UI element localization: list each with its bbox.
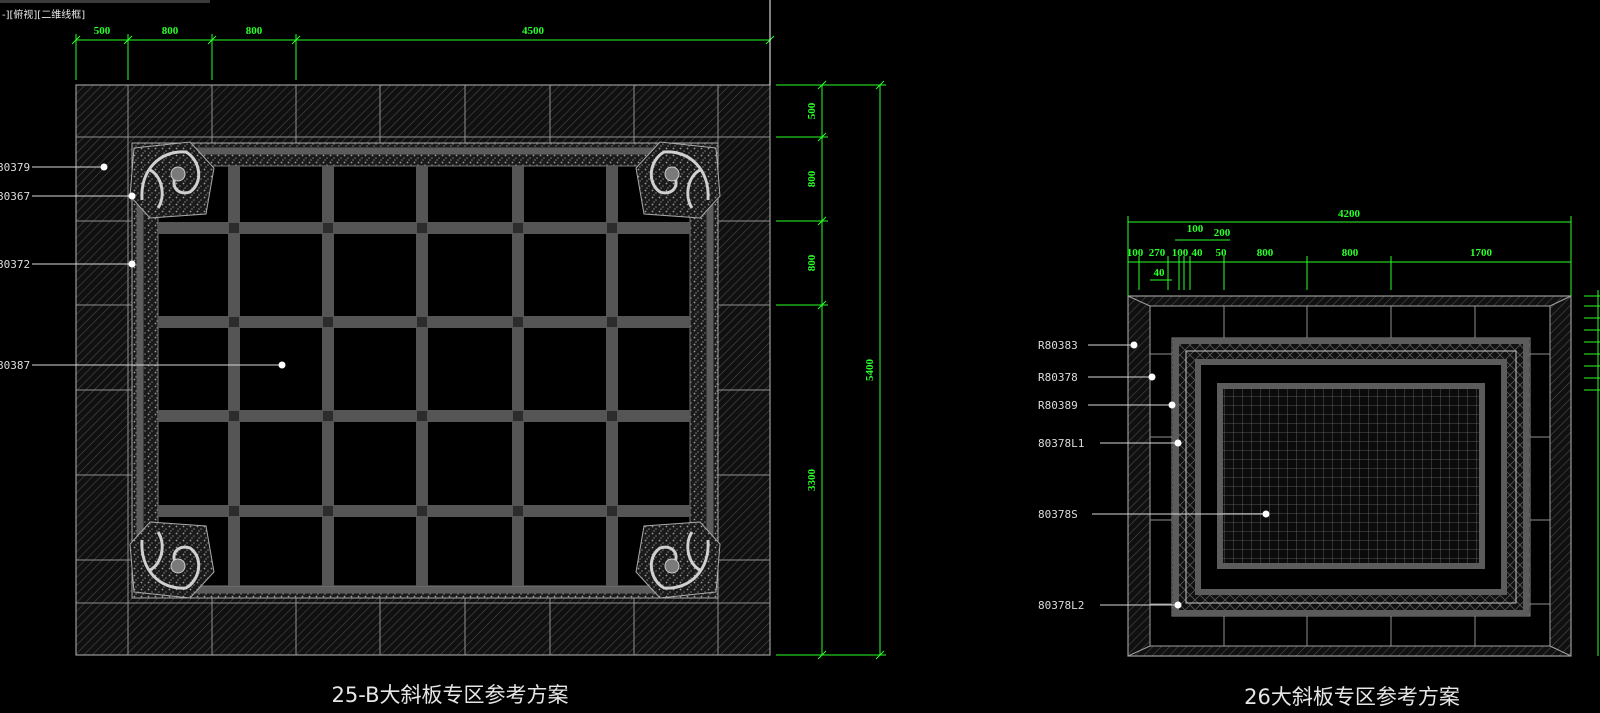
right-dim-40b: 40 xyxy=(1154,267,1166,279)
callout-80378L2: 80378L2 xyxy=(1038,599,1084,612)
right-dim-270: 270 xyxy=(1149,247,1166,259)
right-drawing-title: 26大斜板专区参考方案 xyxy=(1244,685,1460,709)
callout-R80389: R80389 xyxy=(1038,399,1078,412)
right-edge-ticks xyxy=(1584,290,1600,656)
callout-80378L1: 80378L1 xyxy=(1038,437,1084,450)
left-dim-right-2: 800 xyxy=(806,170,818,187)
callout-80367: 80367 xyxy=(0,190,30,203)
callout-80378S: 80378S xyxy=(1038,508,1078,521)
right-mesh-core xyxy=(1217,383,1485,569)
right-dim-1700: 1700 xyxy=(1470,247,1493,259)
left-dim-right-total: 5400 xyxy=(864,359,876,382)
left-top-dimensions xyxy=(71,34,775,80)
right-dim-50: 50 xyxy=(1216,247,1228,259)
cad-viewport[interactable]: 500 800 800 4500 500 800 800 3300 5400 8… xyxy=(0,0,1600,713)
right-dim-100b: 100 xyxy=(1127,247,1144,259)
right-dim-total: 4200 xyxy=(1338,208,1361,220)
left-dim-right-1: 500 xyxy=(806,102,818,119)
left-dim-right-4: 3300 xyxy=(806,469,818,492)
callout-80387: 80387 xyxy=(0,359,30,372)
callout-80379: 80379 xyxy=(0,161,30,174)
right-plan: 4200 100 200 100 270 100 40 50 800 800 1… xyxy=(1038,208,1600,709)
left-dim-right-3: 800 xyxy=(806,254,818,271)
callout-R80383: R80383 xyxy=(1038,339,1078,352)
left-dim-top-4: 4500 xyxy=(522,25,545,37)
left-dim-top-2: 800 xyxy=(162,25,179,37)
right-dim-40a: 40 xyxy=(1192,247,1204,259)
left-plan: 500 800 800 4500 500 800 800 3300 5400 8… xyxy=(0,0,886,707)
left-drawing-title: 25-B大斜板专区参考方案 xyxy=(332,683,569,707)
right-dim-800a: 800 xyxy=(1257,247,1274,259)
callout-R80378: R80378 xyxy=(1038,371,1078,384)
right-dim-800b: 800 xyxy=(1342,247,1359,259)
callout-80372: 80372 xyxy=(0,258,30,271)
right-dim-200: 200 xyxy=(1214,227,1231,239)
left-dim-top-3: 800 xyxy=(246,25,263,37)
left-dim-top-1: 500 xyxy=(94,25,111,37)
right-dim-100c: 100 xyxy=(1172,247,1189,259)
right-dim-100a: 100 xyxy=(1187,223,1204,235)
